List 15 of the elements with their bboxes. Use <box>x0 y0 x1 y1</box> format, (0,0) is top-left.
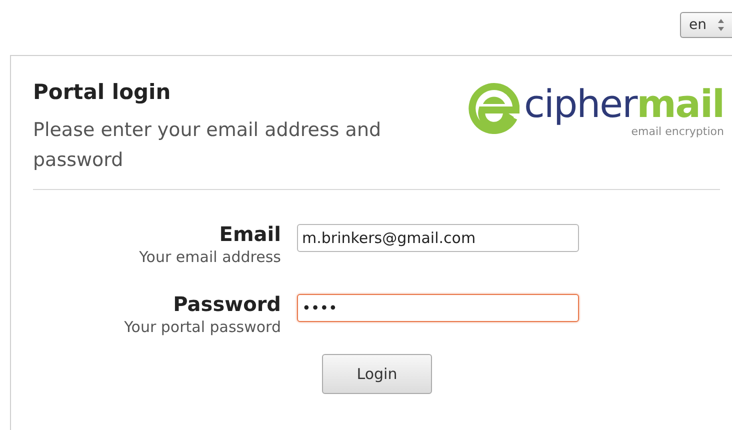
field-hint: Your email address <box>139 247 281 268</box>
field-label: Email <box>219 222 281 246</box>
logo-tagline: email encryption <box>631 126 724 137</box>
logo-word: mail <box>636 82 724 126</box>
at-sign-icon <box>468 82 520 134</box>
login-button[interactable]: Login <box>322 354 432 394</box>
language-select[interactable]: en <box>680 12 732 38</box>
spinner-arrows-icon <box>716 18 724 32</box>
field-label: Password <box>173 292 281 316</box>
panel-title: Portal login <box>33 82 172 103</box>
logo-word: cipher <box>524 82 637 126</box>
input-field[interactable]: •••• <box>297 294 579 322</box>
input-field[interactable]: m.brinkers@gmail.com <box>297 224 579 252</box>
field-hint: Your portal password <box>124 317 281 338</box>
panel-subtitle: Please enter your email address and password <box>33 118 382 173</box>
